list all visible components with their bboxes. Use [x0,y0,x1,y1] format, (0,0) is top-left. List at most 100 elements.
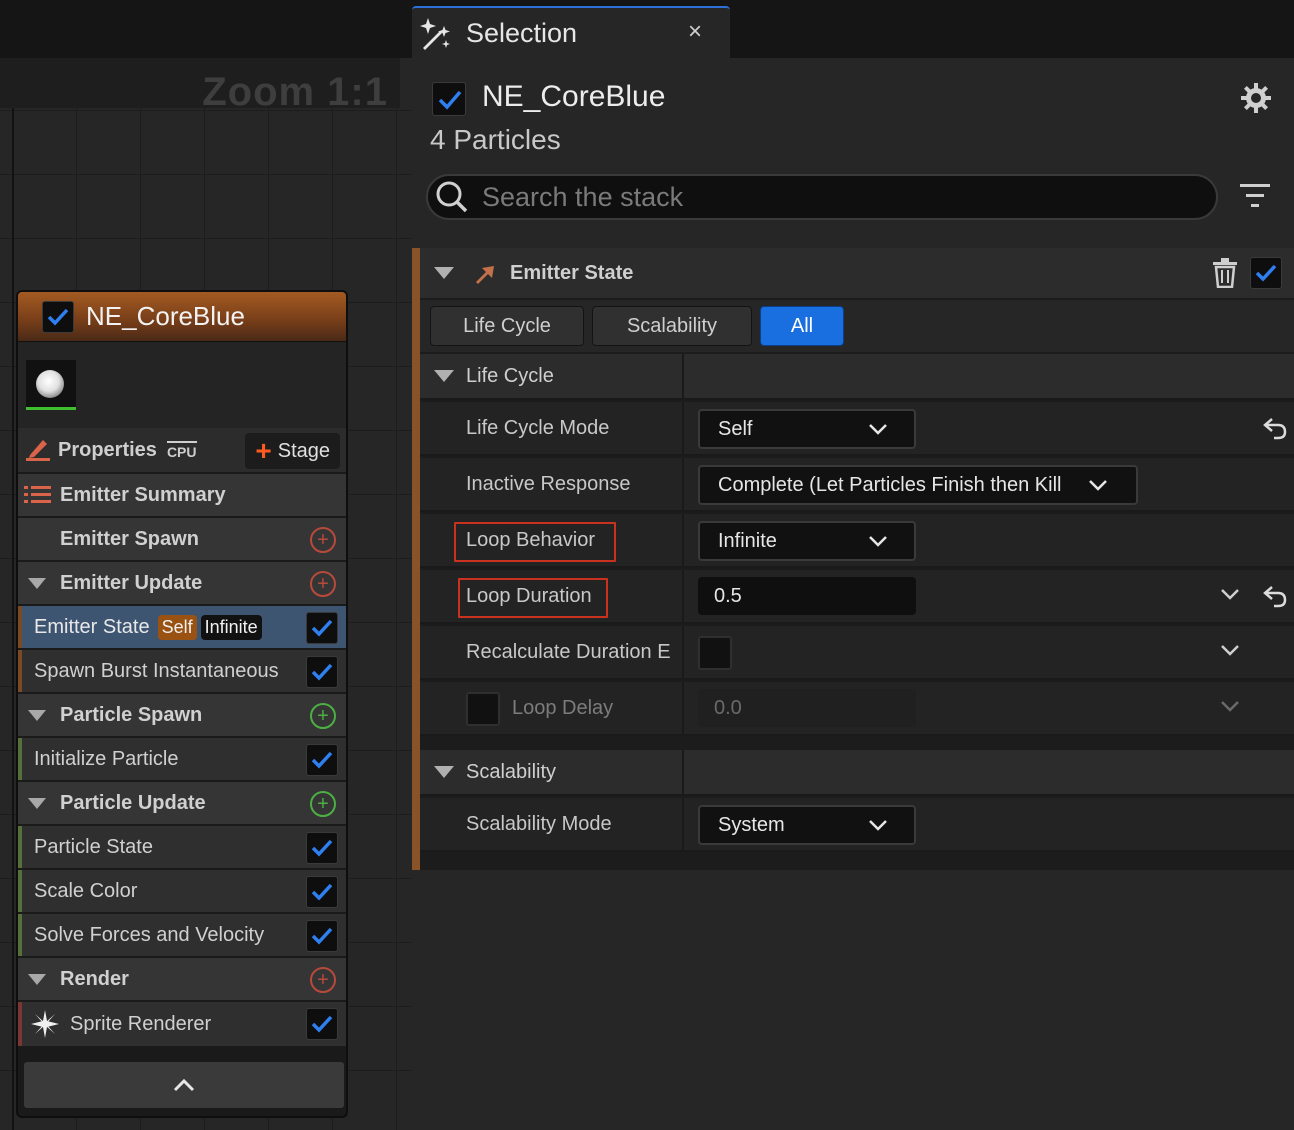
life-cycle-mode-label: Life Cycle Mode [466,417,610,439]
emitter-state-enable-checkbox[interactable] [306,612,338,644]
render-section[interactable]: Render + [18,958,346,1002]
graph-divider [12,108,14,1130]
life-cycle-mode-dropdown[interactable]: Self [698,409,916,449]
chevron-down-icon[interactable] [1220,588,1240,600]
category-filter-row: Life Cycle Scalability All [420,300,1294,352]
spawn-burst-enable-checkbox[interactable] [306,656,338,688]
add-module-emitter-spawn-button[interactable]: + [310,527,336,553]
properties-row[interactable]: Properties CPU + Stage [18,428,346,474]
loop-behavior-highlight [454,522,616,562]
scale-color-module[interactable]: Scale Color [18,870,346,914]
solve-forces-enable-checkbox[interactable] [306,920,338,952]
solve-forces-module[interactable]: Solve Forces and Velocity [18,914,346,958]
inactive-response-dropdown[interactable]: Complete (Let Particles Finish then Kill [698,465,1138,505]
add-module-particle-update-button[interactable]: + [310,791,336,817]
reset-arrow-icon[interactable] [1262,584,1288,608]
reset-arrow-icon[interactable] [1262,416,1288,440]
selection-tab[interactable]: Selection × [412,6,730,58]
collapse-triangle-icon[interactable] [28,709,46,721]
selection-panel: NE_CoreBlue 4 Particles Search the stack… [412,58,1294,1130]
graph-toolbar [0,0,412,58]
solve-forces-label: Solve Forces and Velocity [34,923,265,946]
chevron-down-icon[interactable] [1220,644,1240,656]
filter-scalability-button[interactable]: Scalability [592,306,752,346]
add-stage-button[interactable]: + Stage [245,433,340,469]
column-divider [682,458,684,510]
particle-preview-icon [36,370,64,398]
add-module-emitter-update-button[interactable]: + [310,571,336,597]
scale-color-enable-checkbox[interactable] [306,876,338,908]
column-divider [682,514,684,566]
search-input[interactable] [482,181,1182,213]
node-collapse-button[interactable] [24,1062,344,1108]
particle-spawn-label: Particle Spawn [60,703,203,726]
emitter-state-header[interactable]: Emitter State [420,248,1294,298]
scalability-group-header[interactable]: Scalability [420,750,1294,796]
emitter-node-header[interactable]: NE_CoreBlue [18,292,346,342]
sprite-burst-icon [31,1010,59,1038]
inactive-response-label: Inactive Response [466,473,631,495]
emitter-enable-checkbox[interactable] [42,300,74,333]
spawn-burst-label: Spawn Burst Instantaneous [34,659,279,682]
scalability-mode-dropdown[interactable]: System [698,805,916,845]
collapse-triangle-icon[interactable] [434,370,454,382]
filter-icon[interactable] [1240,182,1270,210]
collapse-triangle-icon[interactable] [28,797,46,809]
particle-state-module[interactable]: Particle State [18,826,346,870]
emitter-state-enable-checkbox[interactable] [1250,257,1282,289]
emitter-summary-label: Emitter Summary [60,483,226,506]
emitter-update-section[interactable]: Emitter Update + [18,562,346,606]
emitter-spawn-label: Emitter Spawn [60,527,199,550]
particle-spawn-section[interactable]: Particle Spawn + [18,694,346,738]
inactive-response-value: Complete (Let Particles Finish then Kill [718,473,1062,496]
sprite-renderer-module[interactable]: Sprite Renderer [18,1002,346,1048]
particle-state-enable-checkbox[interactable] [306,832,338,864]
gear-icon[interactable] [1240,82,1272,114]
life-cycle-mode-row: Life Cycle Mode Self [420,402,1294,456]
emitter-thumbnail[interactable] [26,360,76,410]
add-module-particle-spawn-button[interactable]: + [310,703,336,729]
module-color-bar [18,738,22,780]
collapse-triangle-icon[interactable] [28,577,46,589]
sprite-renderer-label: Sprite Renderer [70,1012,212,1035]
stack-color-bar [412,248,420,870]
filter-life-cycle-button[interactable]: Life Cycle [430,306,584,346]
loop-duration-input[interactable]: 0.5 [698,577,916,615]
recalculate-duration-checkbox[interactable] [698,636,732,670]
column-divider [682,402,684,454]
graph-canvas[interactable]: Zoom 1:1 NE_CoreBlue Properties CPU + St… [0,0,412,1130]
column-divider [682,682,684,734]
life-cycle-group-header[interactable]: Life Cycle [420,354,1294,400]
emitter-summary-row[interactable]: Emitter Summary [18,474,346,518]
particle-update-section[interactable]: Particle Update + [18,782,346,826]
sprite-renderer-enable-checkbox[interactable] [306,1008,338,1040]
loop-duration-highlight [458,578,608,618]
collapse-triangle-icon[interactable] [434,267,454,279]
collapse-triangle-icon[interactable] [434,766,454,778]
emitter-state-module[interactable]: Emitter State Self Infinite [18,606,346,650]
initialize-particle-enable-checkbox[interactable] [306,744,338,776]
emitter-node[interactable]: NE_CoreBlue Properties CPU + Stage Emitt… [16,290,348,1118]
initialize-particle-module[interactable]: Initialize Particle [18,738,346,782]
trash-icon[interactable] [1212,258,1238,288]
close-icon[interactable]: × [688,18,702,46]
particle-update-label: Particle Update [60,791,206,814]
recalculate-duration-label: Recalculate Duration E [466,641,671,663]
loop-delay-input[interactable]: 0.0 [698,689,916,727]
emitter-update-label: Emitter Update [60,571,203,594]
stack-search-box[interactable] [426,174,1218,220]
emitter-state-arrow-icon [476,266,494,284]
collapse-triangle-icon[interactable] [28,973,46,985]
loop-delay-enable-checkbox[interactable] [466,692,500,726]
loop-duration-row: Loop Duration 0.5 [420,570,1294,624]
stage-label: Stage [277,439,330,462]
scalability-mode-value: System [718,813,785,836]
chevron-down-icon[interactable] [1220,700,1240,712]
spawn-burst-module[interactable]: Spawn Burst Instantaneous [18,650,346,694]
filter-all-button[interactable]: All [760,306,844,346]
emitter-enable-checkbox[interactable] [432,82,466,116]
add-renderer-button[interactable]: + [310,967,336,993]
loop-behavior-dropdown[interactable]: Infinite [698,521,916,561]
emitter-spawn-section[interactable]: Emitter Spawn + [18,518,346,562]
emitter-state-title: Emitter State [510,261,634,284]
